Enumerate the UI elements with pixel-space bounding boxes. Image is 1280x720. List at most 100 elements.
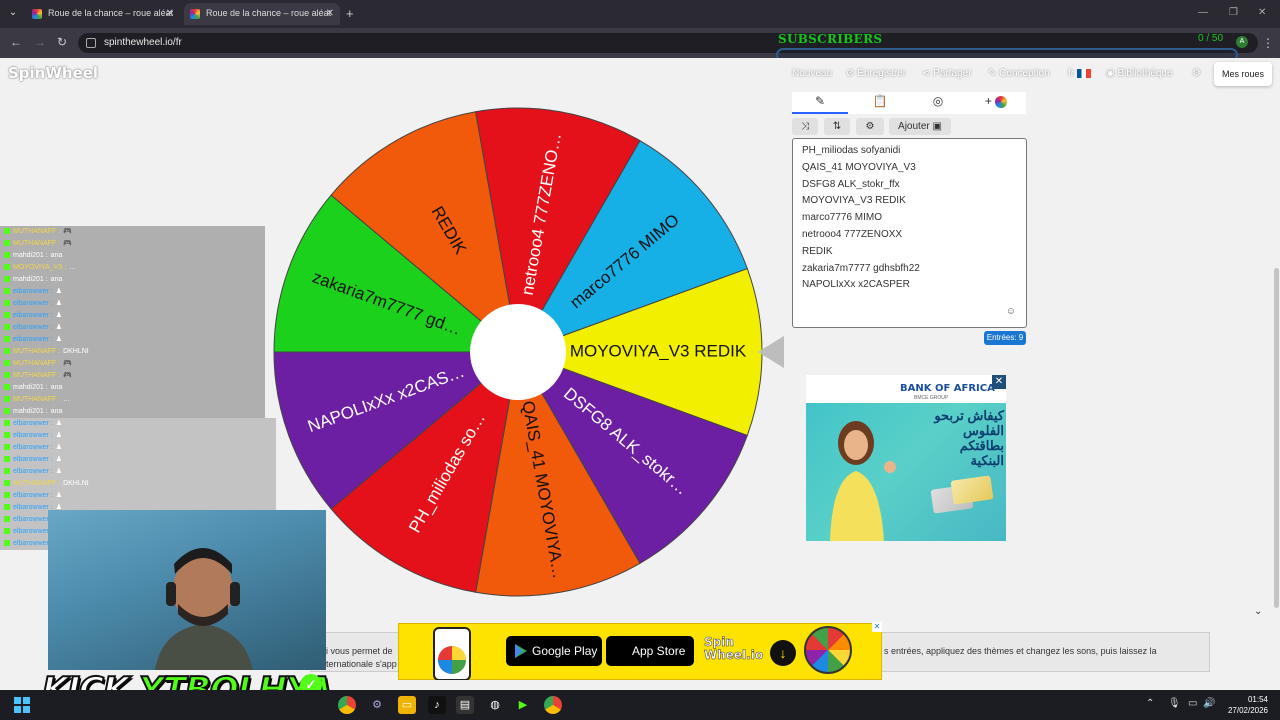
entry-line[interactable]: NAPOLIxXx x2CASPER [802,277,1026,294]
chat-message: mahdi201 : ana [0,274,265,286]
kick-badge-icon [4,348,10,355]
chevron-down-icon[interactable]: ⌄ [1254,606,1262,617]
chat-message: mahdi201 : ana [0,382,265,394]
chat-message: MUTHANAFF : 🎮 [0,358,265,370]
back-arrow-icon[interactable]: ← [10,35,22,49]
browser-tab-1[interactable]: Roue de la chance – roue aléat ✕ [26,3,180,25]
kick-badge-icon [4,396,10,403]
bibliotheque-link[interactable]: ◉ Bibliothèque [1106,68,1173,79]
chat-message: elbarowwer :♟ [0,418,276,430]
enregistrer-link[interactable]: ⊘ Enregistrer [846,68,906,79]
banner-wheel-icon [804,626,852,674]
clipboard-icon[interactable]: 📋 [852,94,908,108]
hide-eye-icon[interactable]: ◎ [910,94,966,108]
close-tab-icon[interactable]: ✕ [166,8,174,19]
mes-roues-button[interactable]: Mes roues [1214,62,1272,86]
webcam-overlay [48,510,326,670]
entry-line[interactable]: DSFG8 ALK_stokr_ffx [802,177,1026,194]
microphone-icon[interactable]: 🎙 [1168,698,1181,709]
spin-wheel[interactable]: MOYOVIYA_V3 REDIKDSFG8 ALK_stokr…QAIS_41… [272,106,764,598]
chat-username: MUTHANAFF : [13,348,61,355]
download-arrow-icon[interactable]: ↓ [770,640,796,666]
kick-badge-icon [4,444,10,451]
entry-line[interactable]: REDIK [802,244,1026,261]
profile-avatar[interactable]: A [1236,36,1248,48]
terminal-icon[interactable]: ▤ [456,696,474,714]
close-window-icon[interactable]: ✕ [1258,7,1266,18]
edit-pencil-icon[interactable]: ✎ [792,94,848,114]
chat-message: elbarowwer :♟ [0,310,265,322]
google-play-button[interactable]: Google Play [506,636,602,666]
settings-taskbar-icon[interactable]: ⚙ [368,696,386,714]
forward-arrow-icon[interactable]: → [34,35,46,49]
settings-gear-icon[interactable]: ⚙ [1192,68,1201,79]
chat-message: MUTHANAFF : DKHLNI [0,478,276,490]
entry-line[interactable]: netrooo4 777ZENOXX [802,227,1026,244]
file-explorer-icon[interactable]: ▭ [398,696,416,714]
restore-icon[interactable]: ❐ [1229,7,1238,18]
kick-taskbar-icon[interactable]: ▶ [514,696,532,714]
tray-chevron-up-icon[interactable]: ⌃ [1146,698,1154,709]
browser-tab-bar: ⌄ Roue de la chance – roue aléat ✕ Roue … [0,0,1280,28]
bibliotheque-label: Bibliothèque [1117,68,1173,79]
chat-text: ♟ [55,420,62,427]
volume-icon[interactable]: 🔊 [1203,698,1215,709]
new-tab-plus-icon[interactable]: + [346,6,354,21]
chrome-taskbar-icon[interactable] [338,696,356,714]
spin-logo-line1: Spin [704,635,734,649]
close-tab-icon[interactable]: ✕ [326,8,334,19]
google-play-icon [515,644,527,658]
emoji-icon[interactable]: ☺ [1006,306,1016,317]
entries-count-badge: Entrées: 9 [984,331,1026,345]
reload-icon[interactable]: ↻ [57,35,67,49]
nouveau-link[interactable]: Nouveau [792,68,832,79]
language-selector[interactable]: fr [1068,68,1091,79]
chat-message: mahdi201 : ana [0,406,265,418]
shuffle-icon[interactable]: ⤨ [792,118,818,135]
kick-badge-icon [4,516,10,523]
ad-close-icon[interactable]: ✕ [992,375,1006,389]
chat-username: elbarowwer : [13,324,53,331]
browser-tab-2[interactable]: Roue de la chance – roue aléat ✕ [184,3,340,25]
add-color-icon[interactable]: + [968,94,1024,108]
entry-line[interactable]: zakaria7m7777 gdhsbfh22 [802,261,1026,278]
obs-icon[interactable]: ◍ [486,696,504,714]
chat-text: ♟ [55,312,62,319]
tab-list-chevron-icon[interactable]: ⌄ [4,4,22,22]
system-clock[interactable]: 01:54 27/02/2026 [1222,694,1268,716]
kick-badge-icon [4,372,10,379]
site-logo[interactable]: SpinWheel [8,64,98,82]
chrome-profile-taskbar-icon[interactable] [544,696,562,714]
sort-icon[interactable]: ⇅ [824,118,850,135]
app-store-button[interactable]: App Store [606,636,694,666]
partager-link[interactable]: ⋖ Partager [922,68,972,79]
chat-username: elbarowwer : [13,420,53,427]
entry-line[interactable]: PH_miliodas sofyanidi [802,143,1026,160]
minimize-icon[interactable]: — [1198,7,1208,18]
entry-line[interactable]: QAIS_41 MOYOVIYA_V3 [802,160,1026,177]
wheel-center-hub[interactable] [470,304,566,400]
kick-badge-icon [4,540,10,547]
site-info-icon[interactable] [86,38,96,48]
partager-label: Partager [933,68,972,79]
network-icon[interactable]: ▭ [1188,698,1197,709]
entry-line[interactable]: marco7776 MIMO [802,210,1026,227]
kick-badge-icon [4,432,10,439]
kick-badge-icon [4,300,10,307]
banner-close-icon[interactable]: ✕ [872,622,882,632]
browser-menu-icon[interactable]: ⋮ [1262,36,1274,50]
windows-start-icon[interactable] [14,697,30,713]
entries-textarea[interactable]: PH_miliodas sofyanidi QAIS_41 MOYOVIYA_V3… [792,138,1027,328]
tiktok-icon[interactable]: ♪ [428,696,446,714]
chat-text: 🎮 [63,228,72,235]
conception-link[interactable]: ✎ Conception [988,68,1050,79]
chat-username: elbarowwer : [13,528,53,535]
entry-line[interactable]: MOYOVIYA_V3 REDIK [802,193,1026,210]
chat-username: elbarowwer : [13,456,53,463]
kick-badge-icon [4,336,10,343]
ajouter-button[interactable]: Ajouter ▣ [889,118,951,135]
options-gear-icon[interactable]: ⚙ [856,118,884,135]
chat-username: mahdi201 : [13,408,48,415]
chat-username: MUTHANAFF : [13,228,61,235]
page-scrollbar[interactable] [1274,268,1279,608]
